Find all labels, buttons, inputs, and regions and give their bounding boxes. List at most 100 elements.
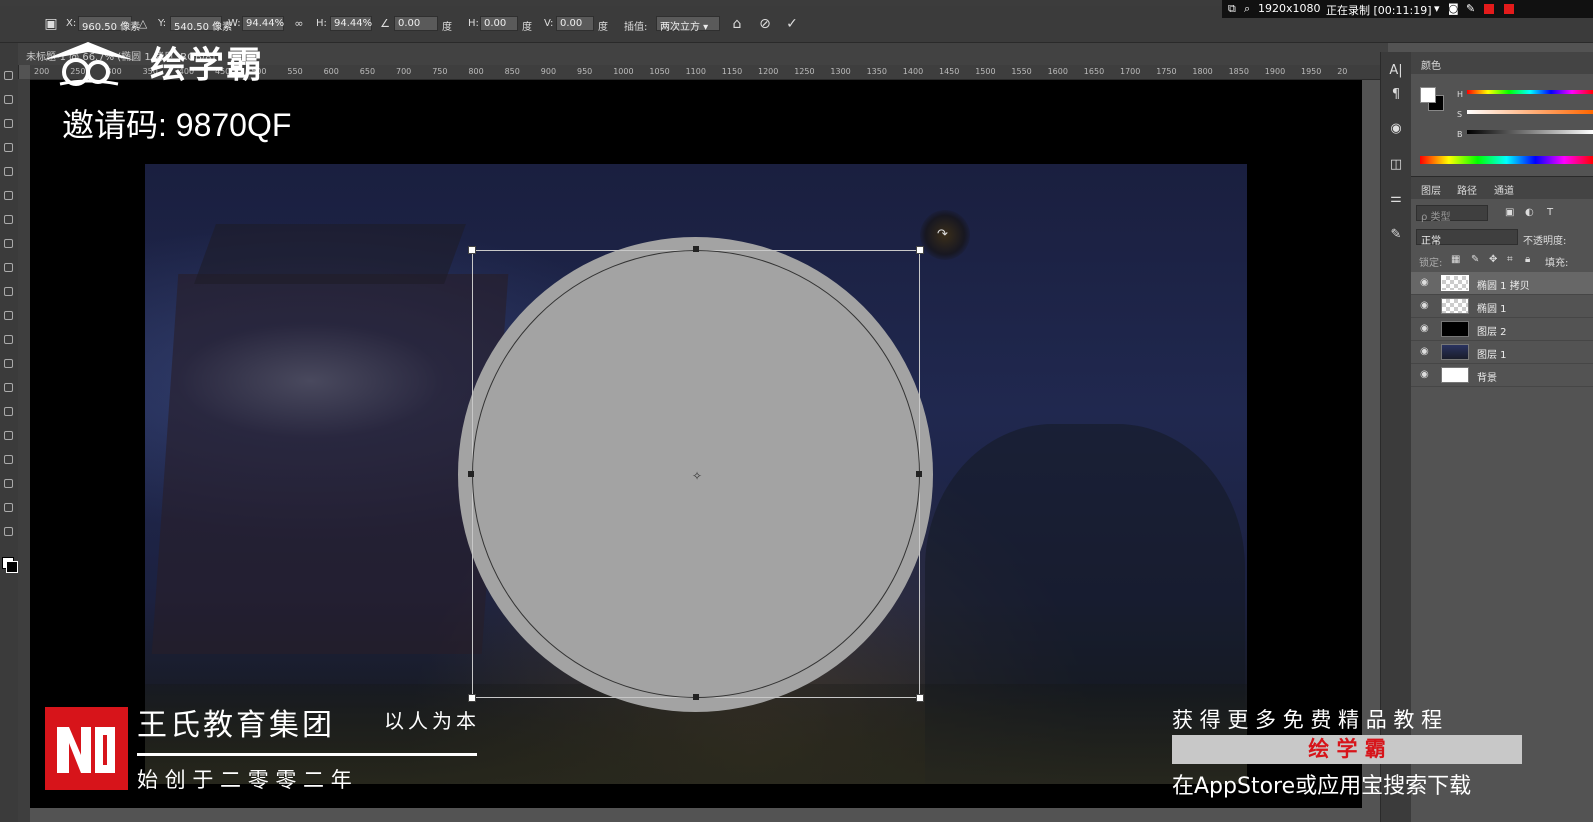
layer-row[interactable]: ◉ 椭圆 1: [1411, 295, 1593, 318]
transform-center-icon[interactable]: ✧: [692, 469, 702, 483]
x-position-field[interactable]: 960.50 像素: [78, 16, 140, 33]
layer-name: 图层 2: [1477, 327, 1507, 338]
path-selection-tool-icon[interactable]: [4, 455, 13, 464]
magic-wand-tool-icon[interactable]: [4, 143, 13, 152]
dropdown-icon[interactable]: ▾: [1434, 2, 1440, 15]
shape-tool-icon[interactable]: [4, 479, 13, 488]
visibility-eye-icon[interactable]: ◉: [1420, 300, 1429, 311]
tab-channels[interactable]: 通道: [1494, 182, 1514, 197]
marquee-tool-icon[interactable]: [4, 95, 13, 104]
lasso-tool-icon[interactable]: [4, 119, 13, 128]
color-panel-tab[interactable]: 颜色: [1421, 57, 1441, 72]
link-icon[interactable]: ∞: [290, 15, 308, 33]
zoom-tool-icon[interactable]: [4, 527, 13, 536]
handle-bottom-center[interactable]: [693, 694, 699, 700]
visibility-eye-icon[interactable]: ◉: [1420, 369, 1429, 380]
layer-row[interactable]: ◉ 椭圆 1 拷贝: [1411, 272, 1593, 295]
filter-type-icon[interactable]: T: [1547, 207, 1553, 218]
lock-all-icon[interactable]: 🔒︎: [1525, 254, 1530, 265]
adjustments-panel-icon[interactable]: ◫: [1387, 156, 1405, 174]
crop-tool-icon[interactable]: [4, 167, 13, 176]
layer-filter-field[interactable]: ρ 类型: [1416, 205, 1488, 223]
saturation-slider[interactable]: [1467, 110, 1593, 114]
interpolation-label: 插值:: [624, 22, 648, 33]
handle-bottom-right[interactable]: [916, 694, 924, 702]
document-canvas[interactable]: ✧ ↷: [30, 80, 1362, 808]
rotate-angle-icon: ∠: [380, 17, 390, 30]
ruler-tick-label: 900: [540, 67, 557, 76]
width-field[interactable]: 94.44%: [242, 16, 284, 31]
handle-middle-left[interactable]: [468, 471, 474, 477]
angle-field[interactable]: 0.00: [394, 16, 438, 31]
type-tool-icon[interactable]: [4, 431, 13, 440]
brightness-slider[interactable]: [1467, 130, 1593, 134]
character-panel-icon[interactable]: A|: [1387, 62, 1405, 80]
move-tool-icon[interactable]: [4, 71, 13, 80]
vskew-field[interactable]: 0.00: [556, 16, 594, 31]
eraser-tool-icon[interactable]: [4, 311, 13, 320]
visibility-eye-icon[interactable]: ◉: [1420, 323, 1429, 334]
color-spectrum-ramp[interactable]: [1420, 156, 1593, 164]
ruler-tick-label: 550: [287, 67, 303, 76]
healing-tool-icon[interactable]: [4, 215, 13, 224]
stamp-tool-icon[interactable]: [4, 263, 13, 272]
gradient-tool-icon[interactable]: [4, 335, 13, 344]
x-label: X:: [66, 18, 77, 29]
tab-paths[interactable]: 路径: [1457, 182, 1477, 197]
restore-icon[interactable]: ⧉: [1228, 2, 1236, 16]
blend-mode-select[interactable]: 正常: [1416, 229, 1518, 247]
hue-slider[interactable]: [1467, 90, 1593, 94]
visibility-eye-icon[interactable]: ◉: [1420, 277, 1429, 288]
stop-record-button[interactable]: [1504, 4, 1514, 14]
company-logo: [45, 707, 128, 790]
cancel-transform-icon[interactable]: ⊘: [756, 15, 774, 33]
layer-row[interactable]: ◉ 图层 1: [1411, 341, 1593, 364]
lock-artboard-icon[interactable]: ⌗: [1507, 254, 1513, 265]
dodge-tool-icon[interactable]: [4, 383, 13, 392]
paragraph-panel-icon[interactable]: ¶: [1387, 86, 1405, 104]
y-position-field[interactable]: 540.50 像素: [170, 16, 232, 33]
ruler-tick-label: 650: [359, 67, 376, 76]
zoom-icon[interactable]: ⌕: [1244, 2, 1250, 16]
lock-paint-icon[interactable]: ✎: [1471, 254, 1479, 265]
warp-icon[interactable]: ⌂: [728, 15, 746, 33]
pen-icon[interactable]: ✎: [1466, 2, 1475, 15]
history-brush-tool-icon[interactable]: [4, 287, 13, 296]
background-color-swatch[interactable]: [6, 561, 18, 573]
interpolation-select[interactable]: 两次立方 ▾: [656, 16, 720, 33]
visibility-eye-icon[interactable]: ◉: [1420, 346, 1429, 357]
filter-adjust-icon[interactable]: ◐: [1525, 207, 1534, 218]
handle-top-center[interactable]: [693, 246, 699, 252]
hskew-field[interactable]: 0.00: [480, 16, 518, 31]
layer-name: 椭圆 1 拷贝: [1477, 281, 1530, 292]
handle-bottom-left[interactable]: [468, 694, 476, 702]
lock-label: 锁定:: [1419, 258, 1443, 269]
properties-panel-icon[interactable]: ⚌: [1387, 190, 1405, 208]
lock-pixels-icon[interactable]: ▦: [1451, 254, 1460, 265]
pause-record-button[interactable]: [1484, 4, 1494, 14]
reference-point-icon[interactable]: ▣: [42, 15, 60, 33]
brush-panel-icon[interactable]: ✎: [1387, 226, 1405, 244]
height-field[interactable]: 94.44%: [330, 16, 372, 31]
brush-tool-icon[interactable]: [4, 239, 13, 248]
company-slogan: 以人为本: [384, 709, 480, 733]
brightness-label: B: [1457, 130, 1463, 139]
lock-position-icon[interactable]: ✥: [1489, 254, 1497, 265]
hand-tool-icon[interactable]: [4, 503, 13, 512]
handle-top-left[interactable]: [468, 246, 476, 254]
layer-row[interactable]: ◉ 背景: [1411, 364, 1593, 387]
blur-tool-icon[interactable]: [4, 359, 13, 368]
tab-layers[interactable]: 图层: [1421, 182, 1441, 197]
color-foreground-swatch[interactable]: [1420, 87, 1436, 103]
vertical-ruler[interactable]: [18, 79, 30, 822]
camera-icon[interactable]: ◙: [1448, 2, 1459, 15]
pen-tool-icon[interactable]: [4, 407, 13, 416]
filter-pixel-icon[interactable]: ▣: [1505, 207, 1514, 218]
layer-row[interactable]: ◉ 图层 2: [1411, 318, 1593, 341]
delta-icon[interactable]: △: [134, 15, 152, 33]
libraries-panel-icon[interactable]: ◉: [1387, 120, 1405, 138]
commit-transform-icon[interactable]: ✓: [783, 15, 801, 33]
brand-name: 绘学霸: [150, 45, 265, 86]
eyedropper-tool-icon[interactable]: [4, 191, 13, 200]
handle-middle-right[interactable]: [916, 471, 922, 477]
